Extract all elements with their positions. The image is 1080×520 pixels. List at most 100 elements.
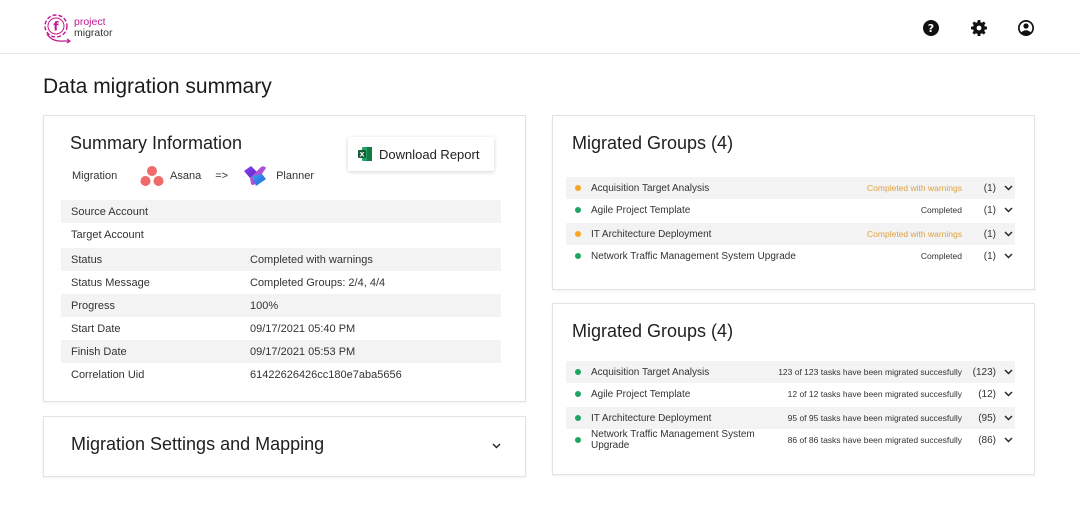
info-row-status: Status Completed with warnings: [61, 248, 501, 271]
status-dot-icon: [575, 253, 581, 259]
group-row[interactable]: Network Traffic Management System Upgrad…: [566, 429, 1015, 451]
group-name: Agile Project Template: [591, 388, 691, 400]
summary-info-table: Source Account Target Account Status Comp…: [61, 200, 501, 386]
info-row-progress: Progress 100%: [61, 294, 501, 317]
info-value: 61422626426cc180e7aba5656: [250, 368, 402, 381]
status-dot-icon: [575, 185, 581, 191]
status-dot-icon: [575, 207, 581, 213]
group-row[interactable]: Agile Project Template 12 of 12 tasks hav…: [566, 383, 1015, 405]
info-key: Target Account: [71, 228, 144, 241]
migration-arrow: =>: [215, 170, 229, 182]
status-dot-icon: [575, 391, 581, 397]
info-row-source-account: Source Account: [61, 200, 501, 223]
group-status: 95 of 95 tasks have been migrated succes…: [787, 413, 962, 423]
info-value: Completed Groups: 2/4, 4/4: [250, 276, 386, 289]
status-dot-icon: [575, 415, 581, 421]
chevron-down-icon[interactable]: [1001, 231, 1015, 237]
asana-logo-icon: [140, 166, 164, 186]
group-count: (12): [978, 388, 996, 400]
info-value: 09/17/2021 05:53 PM: [250, 345, 356, 358]
help-icon[interactable]: ?: [922, 19, 940, 37]
group-name: Acquisition Target Analysis: [591, 366, 710, 378]
group-status: 12 of 12 tasks have been migrated succes…: [787, 389, 962, 399]
group-status: Completed: [920, 205, 962, 215]
gear-icon[interactable]: [970, 19, 988, 37]
target-app-name: Planner: [276, 170, 314, 182]
svg-text:?: ?: [928, 22, 934, 35]
source-app-name: Asana: [170, 170, 202, 182]
info-value: Completed with warnings: [250, 253, 373, 266]
group-count: (1): [983, 204, 996, 216]
group-row[interactable]: Acquisition Target Analysis Completed wit…: [566, 177, 1015, 199]
group-count: (1): [983, 250, 996, 262]
download-report-label: Download Report: [379, 146, 480, 162]
migrated-groups-status-card: Migrated Groups (4) Acquisition Target A…: [552, 115, 1035, 290]
groups-title: Migrated Groups (4): [572, 133, 734, 153]
group-count: (123): [972, 366, 996, 378]
info-row-start-date: Start Date 09/17/2021 05:40 PM: [61, 317, 501, 340]
chevron-down-icon[interactable]: [1001, 185, 1015, 191]
groups-title: Migrated Groups (4): [572, 321, 734, 341]
group-name: IT Architecture Deployment: [591, 228, 712, 240]
status-dot-icon: [575, 231, 581, 237]
group-row[interactable]: IT Architecture Deployment 95 of 95 tasks…: [566, 407, 1015, 429]
group-name: Network Traffic Management System Upgrad…: [591, 250, 796, 262]
group-status: 123 of 123 tasks have been migrated succ…: [778, 367, 962, 377]
info-key: Progress: [71, 299, 116, 312]
svg-text:f: f: [53, 20, 59, 34]
info-key: Status: [71, 253, 103, 266]
summary-title: Summary Information: [70, 133, 243, 153]
group-count: (95): [978, 412, 996, 424]
migration-settings-accordion[interactable]: Migration Settings and Mapping: [43, 416, 526, 477]
svg-text:X: X: [359, 151, 364, 159]
info-row-finish-date: Finish Date 09/17/2021 05:53 PM: [61, 340, 501, 363]
top-bar: f project migrator ?: [0, 0, 1080, 54]
app-logo[interactable]: f project migrator: [42, 12, 113, 44]
info-row-target-account: Target Account: [61, 223, 501, 246]
chevron-down-icon[interactable]: [1001, 253, 1015, 259]
info-key: Finish Date: [71, 345, 127, 358]
chevron-down-icon[interactable]: [1001, 415, 1015, 421]
status-dot-icon: [575, 437, 581, 443]
user-account-icon[interactable]: [1017, 19, 1035, 37]
download-report-button[interactable]: X Download Report: [348, 137, 494, 171]
summary-information-card: Summary Information X Download Report Mi…: [43, 115, 526, 402]
page-title: Data migration summary: [43, 75, 272, 98]
group-list: Acquisition Target Analysis 123 of 123 ta…: [566, 361, 1015, 451]
chevron-down-icon[interactable]: [1001, 437, 1015, 443]
group-row[interactable]: Acquisition Target Analysis 123 of 123 ta…: [566, 361, 1015, 383]
planner-logo-icon: [244, 166, 267, 186]
logo-text-migrator: migrator: [74, 27, 113, 39]
info-row-status-message: Status Message Completed Groups: 2/4, 4/4: [61, 271, 501, 294]
gear-f-logo-icon: f: [44, 14, 72, 44]
info-key: Correlation Uid: [71, 368, 145, 381]
group-list: Acquisition Target Analysis Completed wit…: [566, 177, 1015, 267]
group-name: Acquisition Target Analysis: [591, 182, 710, 194]
migrated-groups-tasks-card: Migrated Groups (4) Acquisition Target A…: [552, 303, 1035, 475]
info-key: Source Account: [71, 205, 149, 218]
group-row[interactable]: IT Architecture Deployment Completed with…: [566, 223, 1015, 245]
chevron-down-icon[interactable]: [492, 443, 501, 449]
status-dot-icon: [575, 369, 581, 375]
group-status: Completed with warnings: [867, 183, 962, 193]
group-name: Agile Project Template: [591, 204, 691, 216]
migration-label: Migration: [72, 170, 118, 182]
info-row-correlation-uid: Correlation Uid 61422626426cc180e7aba5656: [61, 363, 501, 386]
chevron-down-icon[interactable]: [1001, 207, 1015, 213]
info-value: 100%: [250, 299, 279, 312]
group-count: (1): [983, 182, 996, 194]
info-key: Status Message: [71, 276, 150, 289]
group-status: Completed: [920, 251, 962, 261]
group-name: IT Architecture Deployment: [591, 412, 712, 424]
chevron-down-icon[interactable]: [1001, 391, 1015, 397]
group-count: (86): [978, 434, 996, 446]
excel-icon: X: [358, 147, 372, 161]
group-status: 86 of 86 tasks have been migrated succes…: [787, 435, 962, 445]
group-row[interactable]: Agile Project Template Completed (1): [566, 199, 1015, 221]
chevron-down-icon[interactable]: [1001, 369, 1015, 375]
info-value: 09/17/2021 05:40 PM: [250, 322, 356, 335]
group-row[interactable]: Network Traffic Management System Upgrad…: [566, 245, 1015, 267]
migration-route: Migration Asana => Planner: [72, 162, 314, 190]
info-key: Start Date: [71, 322, 121, 335]
group-count: (1): [983, 228, 996, 240]
